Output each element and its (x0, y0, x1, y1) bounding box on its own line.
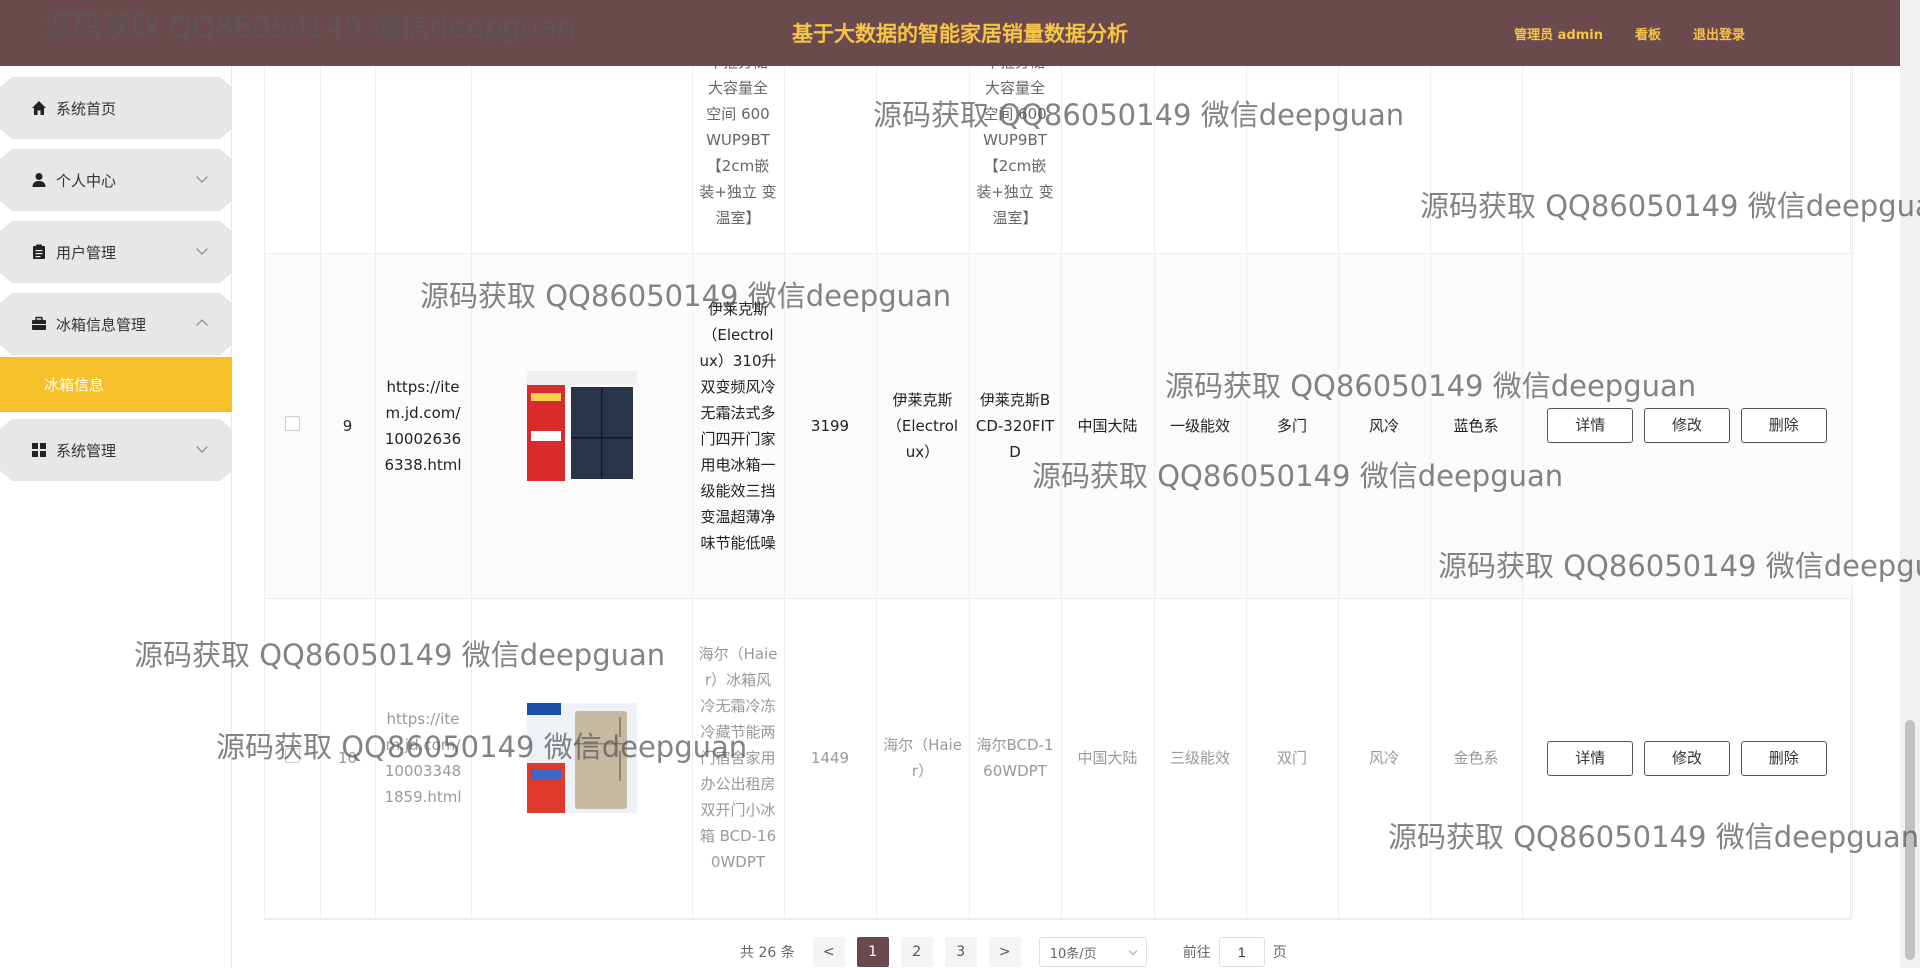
watermark: 源码获取 QQ86050149 微信deepguan (44, 10, 576, 44)
chevron-up-icon (196, 319, 208, 331)
row-checkbox[interactable] (284, 415, 300, 431)
clipboard-icon (30, 243, 48, 261)
delete-button[interactable]: 删除 (1740, 740, 1827, 776)
chevron-down-icon (196, 243, 208, 255)
cell-origin: 中国大陆 (1061, 253, 1155, 599)
watermark: 源码获取 QQ86050149 微信deepguan (1032, 459, 1564, 493)
goto-prefix: 前往 (1182, 945, 1211, 961)
goto-page-input[interactable] (1218, 937, 1265, 967)
cell-brand: 海尔（Haier） (876, 598, 970, 919)
cell-index: 9 (320, 253, 376, 599)
chevron-down-icon (196, 171, 208, 183)
watermark: 源码获取 QQ86050149 微信deepguan (420, 279, 952, 313)
sidebar-subitem-fridge-info[interactable]: 冰箱信息 (0, 357, 232, 412)
header-actions: 管理员 admin 看板 退出登录 (1514, 24, 1745, 43)
sidebar-item-label: 系统管理 (56, 441, 117, 460)
briefcase-icon (30, 315, 48, 333)
sidebar-item-label: 冰箱信息管理 (56, 315, 147, 334)
next-page-button[interactable]: > (988, 937, 1021, 967)
detail-button[interactable]: 详情 (1547, 408, 1634, 443)
sidebar-item-label: 系统首页 (56, 99, 117, 118)
watermark: 源码获取 QQ86050149 微信deepguan (1388, 820, 1920, 854)
sidebar-item-label: 个人中心 (56, 171, 117, 190)
board-link[interactable]: 看板 (1635, 24, 1661, 43)
user-icon (30, 171, 48, 189)
chevron-down-icon (1128, 946, 1137, 955)
sidebar-item-personal[interactable]: 个人中心 (0, 149, 232, 211)
page-size-select[interactable]: 10条/页 (1038, 937, 1147, 967)
sidebar-item-system[interactable]: 系统管理 (0, 419, 232, 481)
sidebar-item-label: 用户管理 (56, 243, 117, 262)
cell-door: 多门 (1246, 253, 1339, 599)
total-count: 共 26 条 (740, 945, 795, 961)
cell-color: 金色系 (1430, 598, 1523, 919)
sidebar-item-fridge[interactable]: 冰箱信息管理 (0, 293, 232, 355)
home-icon (30, 99, 48, 117)
product-image (526, 370, 637, 481)
prev-page-button[interactable]: < (812, 937, 845, 967)
detail-button[interactable]: 详情 (1547, 740, 1634, 776)
cell-cooling: 风冷 (1338, 253, 1431, 599)
watermark: 源码获取 QQ86050149 微信deepguan (1165, 369, 1697, 403)
sidebar-item-home[interactable]: 系统首页 (0, 77, 232, 139)
cell-model: 伊莱克斯BCD-320FITD (969, 253, 1062, 599)
watermark: 源码获取 QQ86050149 微信deepguan (1438, 549, 1920, 583)
watermark: 源码获取 QQ86050149 微信deepguan (1420, 189, 1920, 223)
cell-energy: 三级能效 (1154, 598, 1247, 919)
sidebar-item-users[interactable]: 用户管理 (0, 221, 232, 283)
grid-icon (30, 441, 48, 459)
page-button-2[interactable]: 2 (900, 937, 933, 967)
cell-energy: 一级能效 (1154, 253, 1247, 599)
logout-link[interactable]: 退出登录 (1693, 24, 1745, 43)
sidebar: 系统首页 个人中心 用户管理 冰箱信息管理 冰箱信息 系统管理 (0, 66, 232, 968)
pagination: 共 26 条 < 1 2 3 > 10条/页 前往 页 (740, 937, 1287, 967)
page-button-3[interactable]: 3 (944, 937, 977, 967)
cell-price: 1449 (784, 598, 877, 919)
watermark: 源码获取 QQ86050149 微信deepguan (216, 730, 748, 764)
cell-origin: 中国大陆 (1061, 598, 1155, 919)
edit-button[interactable]: 修改 (1644, 740, 1730, 776)
goto-suffix: 页 (1272, 945, 1287, 961)
page-button-1[interactable]: 1 (856, 937, 889, 967)
page-size-value: 10条/页 (1049, 946, 1097, 962)
cell-model: 海尔BCD-160WDPT (969, 598, 1062, 919)
edit-button[interactable]: 修改 (1644, 408, 1730, 443)
watermark: 源码获取 QQ86050149 微信deepguan (873, 98, 1405, 132)
cell-cooling: 风冷 (1338, 598, 1431, 919)
delete-button[interactable]: 删除 (1740, 408, 1827, 443)
cell-door: 双门 (1246, 598, 1339, 919)
chevron-down-icon (196, 441, 208, 453)
admin-label[interactable]: 管理员 admin (1514, 24, 1603, 43)
watermark: 源码获取 QQ86050149 微信deepguan (134, 638, 666, 672)
